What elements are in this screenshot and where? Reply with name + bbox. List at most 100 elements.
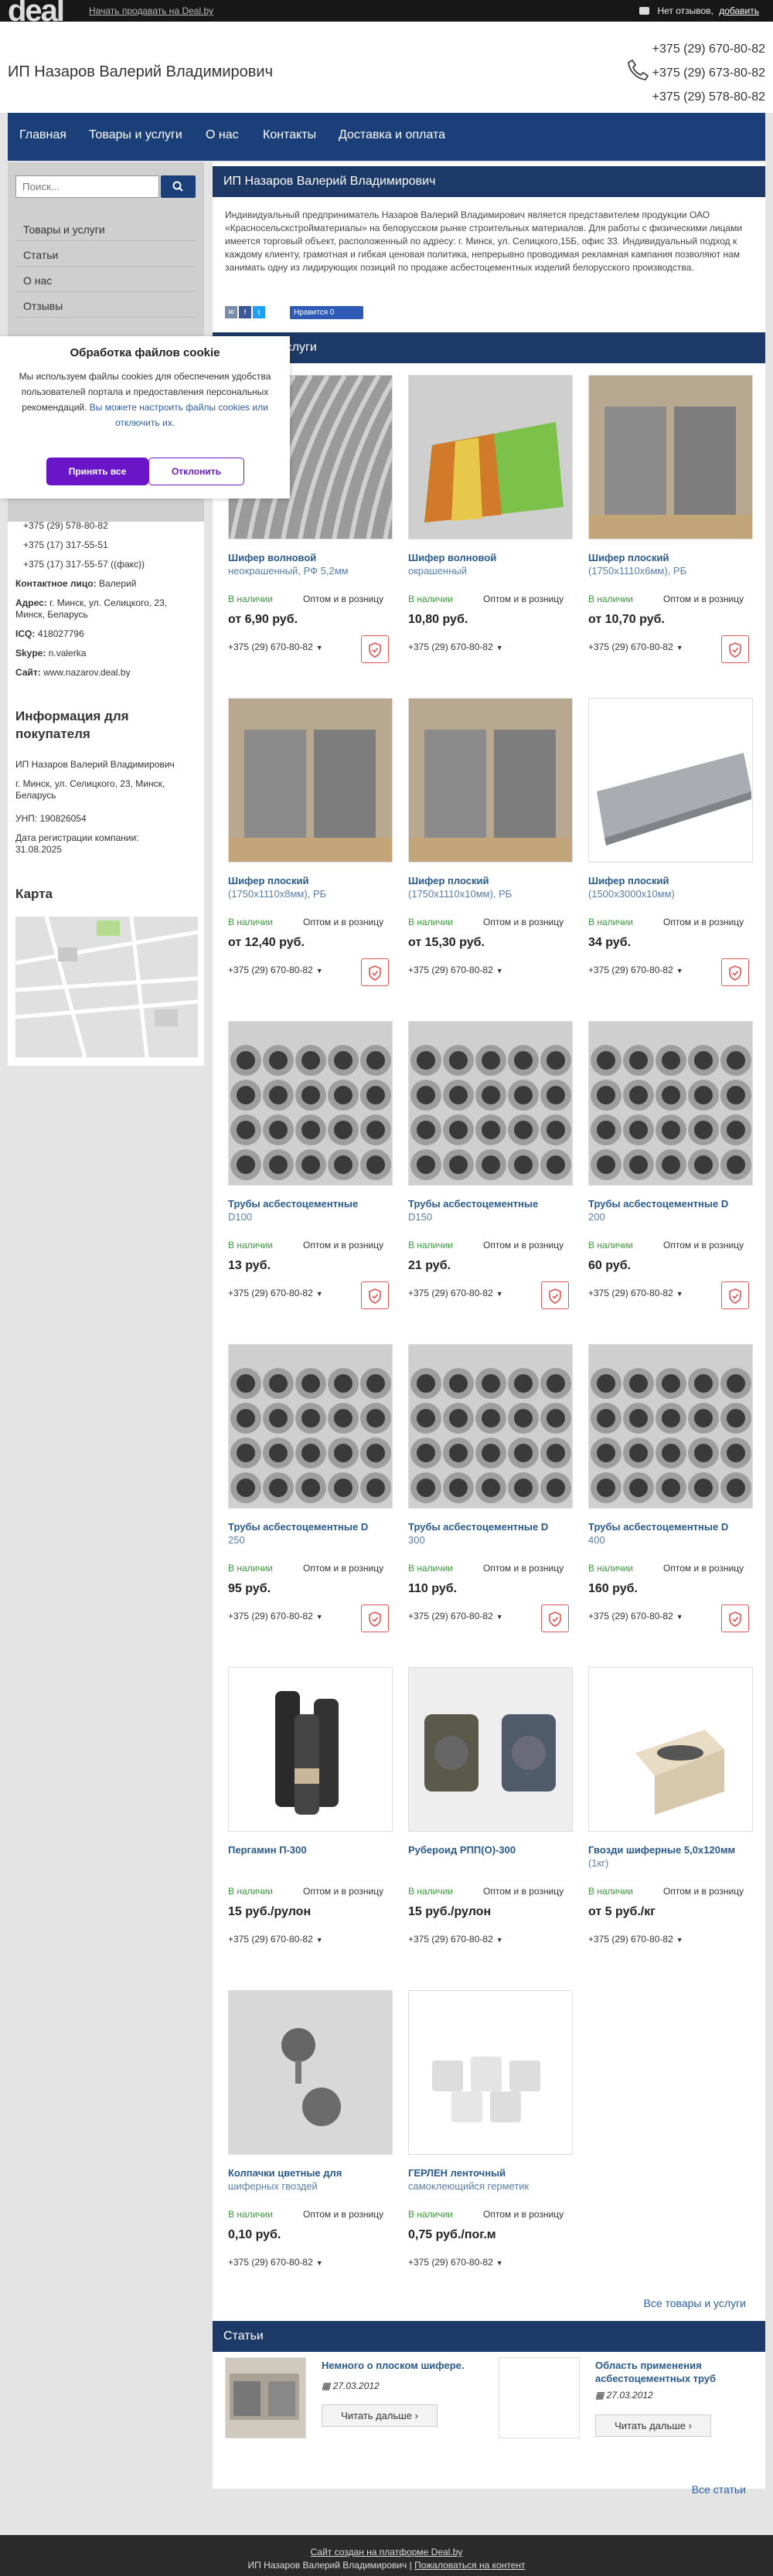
product-card[interactable]: ГЕРЛЕН ленточный самоклеющийся герметик В … xyxy=(408,1990,577,2280)
product-title[interactable]: Колпачки цветные для шиферных гвоздей xyxy=(228,2166,390,2193)
protection-badge[interactable] xyxy=(721,958,749,986)
map[interactable] xyxy=(15,917,198,1057)
like-button[interactable]: Нравится 0 xyxy=(290,306,363,319)
seller-phone-number[interactable]: +375 (29) 670-80-82 xyxy=(588,1611,673,1621)
seller-phone[interactable]: +375 (29) 670-80-82 ▼ xyxy=(408,641,503,652)
seller-phone-number[interactable]: +375 (29) 670-80-82 xyxy=(228,1611,313,1621)
product-card[interactable]: Шифер плоский (1750х1110х10мм), РБ В налич… xyxy=(408,698,577,988)
product-image[interactable] xyxy=(408,1344,573,1509)
product-name[interactable]: Рубероид РПП(О)-300 xyxy=(408,1844,516,1856)
protection-badge[interactable] xyxy=(721,1604,749,1632)
product-title[interactable]: Шифер плоский (1750х1110х6мм), РБ xyxy=(588,551,751,577)
contact-phone[interactable]: +375 (29) 578-80-82 xyxy=(23,520,108,531)
seller-phone[interactable]: +375 (29) 670-80-82 ▼ xyxy=(408,965,503,975)
seller-phone-number[interactable]: +375 (29) 670-80-82 xyxy=(408,1934,493,1945)
product-subtitle[interactable]: 300 xyxy=(408,1534,425,1546)
product-image[interactable] xyxy=(408,698,573,863)
seller-phone[interactable]: +375 (29) 670-80-82 ▼ xyxy=(588,1288,683,1298)
start-selling-link[interactable]: Начать продавать на Deal.by xyxy=(89,5,213,16)
chevron-down-icon[interactable]: ▼ xyxy=(496,1936,503,1944)
nav-about[interactable]: О нас xyxy=(206,128,239,142)
all-articles-link[interactable]: Все статьи xyxy=(692,2483,746,2496)
all-goods-link[interactable]: Все товары и услуги xyxy=(643,2297,746,2309)
seller-phone-number[interactable]: +375 (29) 670-80-82 xyxy=(228,2257,313,2268)
product-subtitle[interactable]: (1750х1110х8мм), РБ xyxy=(228,888,326,900)
product-name[interactable]: Трубы асбестоцементные D xyxy=(588,1198,728,1210)
seller-phone-number[interactable]: +375 (29) 670-80-82 xyxy=(228,1288,313,1298)
seller-phone[interactable]: +375 (29) 670-80-82 ▼ xyxy=(588,1611,683,1621)
product-name[interactable]: Трубы асбестоцементные D xyxy=(588,1521,728,1533)
product-card[interactable]: Трубы асбестоцементные D 300 В наличии Опто… xyxy=(408,1344,577,1634)
product-title[interactable]: Шифер плоский (1750х1110х8мм), РБ xyxy=(228,874,390,900)
product-subtitle[interactable]: D150 xyxy=(408,1211,432,1223)
protection-badge[interactable] xyxy=(541,1281,569,1309)
product-card[interactable]: Шифер плоский (1750х1110х8мм), РБ В наличи… xyxy=(228,698,397,988)
article-thumbnail[interactable] xyxy=(225,2357,306,2438)
product-title[interactable]: Шифер волновой неокрашенный, РФ 5,2мм xyxy=(228,551,390,577)
chevron-down-icon[interactable]: ▼ xyxy=(316,644,323,652)
seller-phone-number[interactable]: +375 (29) 670-80-82 xyxy=(588,1934,673,1945)
article-card[interactable]: Область применения асбестоцементных труб… xyxy=(499,2357,761,2450)
product-name[interactable]: Трубы асбестоцементные D xyxy=(408,1521,548,1533)
product-title[interactable]: Трубы асбестоцементные D100 xyxy=(228,1197,390,1223)
seller-phone-number[interactable]: +375 (29) 670-80-82 xyxy=(588,641,673,652)
article-thumbnail[interactable] xyxy=(499,2357,580,2438)
product-card[interactable]: Шифер волновой окрашенный В наличии Оптом и… xyxy=(408,375,577,665)
protection-badge[interactable] xyxy=(361,958,389,986)
product-image[interactable] xyxy=(588,1667,753,1832)
product-card[interactable]: Трубы асбестоцементные D150 В наличии Оптом… xyxy=(408,1021,577,1311)
read-more-button[interactable]: Читать дальше › xyxy=(322,2404,438,2427)
product-card[interactable]: Шифер плоский (1750х1110х6мм), РБ В наличи… xyxy=(588,375,757,665)
chevron-down-icon[interactable]: ▼ xyxy=(316,1613,323,1621)
seller-phone[interactable]: +375 (29) 670-80-82 ▼ xyxy=(408,1611,503,1621)
sidebar-item-products[interactable]: Товары и услуги xyxy=(15,216,196,241)
product-name[interactable]: Шифер волновой xyxy=(408,552,496,563)
complain-link[interactable]: Пожаловаться на контент xyxy=(414,2560,525,2571)
chevron-down-icon[interactable]: ▼ xyxy=(676,967,683,975)
product-image[interactable] xyxy=(588,375,753,539)
product-title[interactable]: Трубы асбестоцементные D 250 xyxy=(228,1520,390,1547)
search-button[interactable] xyxy=(161,175,196,198)
product-image[interactable] xyxy=(228,1344,393,1509)
product-subtitle[interactable]: 400 xyxy=(588,1534,605,1546)
product-card[interactable]: Шифер плоский (1500х3000х10мм) В наличии Оп… xyxy=(588,698,757,988)
sidebar-item-reviews[interactable]: Отзывы xyxy=(15,292,196,318)
product-image[interactable] xyxy=(228,1021,393,1186)
product-name[interactable]: Колпачки цветные для xyxy=(228,2167,342,2179)
product-title[interactable]: Шифер плоский (1500х3000х10мм) xyxy=(588,874,751,900)
seller-phone[interactable]: +375 (29) 670-80-82 ▼ xyxy=(228,965,323,975)
product-image[interactable] xyxy=(408,1667,573,1832)
product-subtitle[interactable]: (1750х1110х10мм), РБ xyxy=(408,888,512,900)
product-name[interactable]: Шифер плоский xyxy=(408,875,489,886)
article-title[interactable]: Область применения асбестоцементных труб xyxy=(595,2359,761,2385)
seller-phone-number[interactable]: +375 (29) 670-80-82 xyxy=(228,1934,313,1945)
product-card[interactable]: Гвозди шиферные 5,0х120мм (1кг) В наличии О… xyxy=(588,1667,757,1957)
product-name[interactable]: Трубы асбестоцементные D xyxy=(228,1521,368,1533)
seller-phone-number[interactable]: +375 (29) 670-80-82 xyxy=(588,965,673,975)
product-name[interactable]: ГЕРЛЕН ленточный xyxy=(408,2167,506,2179)
chevron-down-icon[interactable]: ▼ xyxy=(676,1290,683,1298)
seller-phone[interactable]: +375 (29) 670-80-82 ▼ xyxy=(588,1934,683,1945)
product-title[interactable]: Трубы асбестоцементные D 200 xyxy=(588,1197,751,1223)
chevron-down-icon[interactable]: ▼ xyxy=(676,644,683,652)
cookie-settings-link[interactable]: Вы можете настроить файлы cookies или от… xyxy=(90,402,268,428)
seller-phone[interactable]: +375 (29) 670-80-82 ▼ xyxy=(228,2257,323,2268)
seller-phone-number[interactable]: +375 (29) 670-80-82 xyxy=(408,2257,493,2268)
read-more-button[interactable]: Читать дальше › xyxy=(595,2414,711,2437)
phone-number[interactable]: +375 (29) 673-80-82 xyxy=(652,61,765,85)
seller-phone-number[interactable]: +375 (29) 670-80-82 xyxy=(408,965,493,975)
cookie-accept-button[interactable]: Принять все xyxy=(46,458,148,485)
protection-badge[interactable] xyxy=(541,1604,569,1632)
product-name[interactable]: Трубы асбестоцементные xyxy=(228,1198,358,1210)
product-title[interactable]: Рубероид РПП(О)-300 xyxy=(408,1843,570,1856)
seller-phone-number[interactable]: +375 (29) 670-80-82 xyxy=(408,1288,493,1298)
article-title[interactable]: Немного о плоском шифере. xyxy=(322,2359,488,2372)
sidebar-item-articles[interactable]: Статьи xyxy=(15,241,196,267)
seller-phone[interactable]: +375 (29) 670-80-82 ▼ xyxy=(408,1934,503,1945)
seller-phone[interactable]: +375 (29) 670-80-82 ▼ xyxy=(228,1611,323,1621)
cookie-reject-button[interactable]: Отклонить xyxy=(148,458,244,485)
chevron-down-icon[interactable]: ▼ xyxy=(676,1613,683,1621)
product-name[interactable]: Гвозди шиферные 5,0х120мм xyxy=(588,1844,735,1856)
nav-delivery[interactable]: Доставка и оплата xyxy=(339,128,445,142)
product-image[interactable] xyxy=(408,375,573,539)
